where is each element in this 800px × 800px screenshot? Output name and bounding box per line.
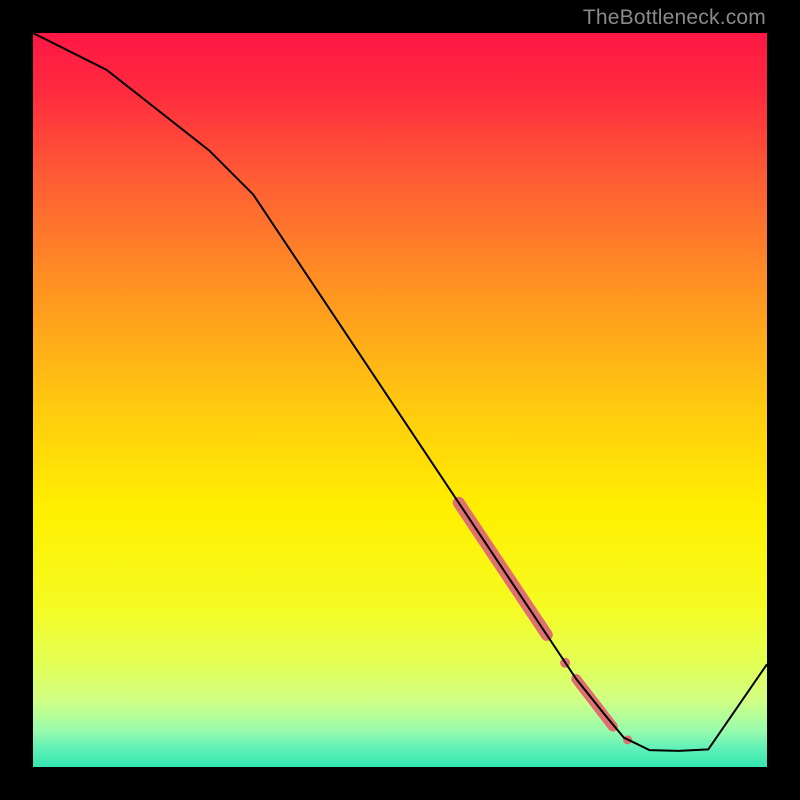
watermark-text: TheBottleneck.com xyxy=(583,6,766,30)
chart-svg xyxy=(33,33,767,767)
plot-area xyxy=(33,33,767,767)
chart-frame: TheBottleneck.com xyxy=(0,0,800,800)
gradient-background xyxy=(33,33,767,767)
